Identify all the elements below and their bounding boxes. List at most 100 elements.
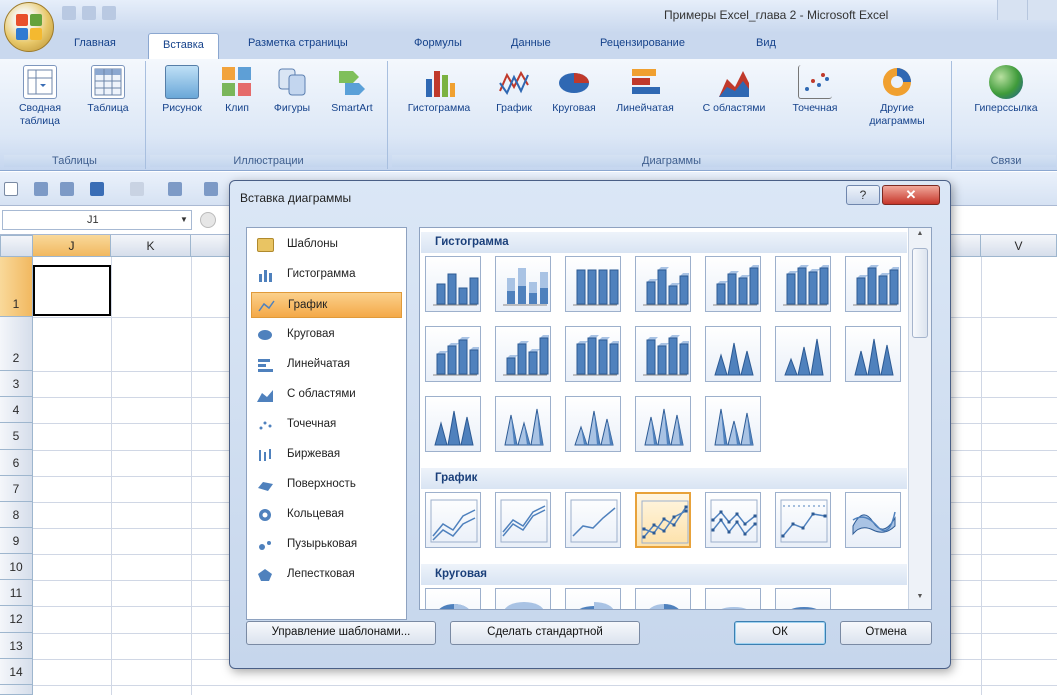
line-chart-thumbnail[interactable]	[705, 492, 761, 548]
customize-icon[interactable]	[102, 6, 116, 20]
undo-icon[interactable]	[62, 6, 76, 20]
column-chart-thumbnail[interactable]	[705, 396, 761, 452]
column-header-u[interactable]	[951, 235, 981, 257]
row-header-10[interactable]: 10	[0, 554, 33, 580]
line-chart-thumbnail[interactable]	[845, 492, 901, 548]
manage-templates-button[interactable]: Управление шаблонами...	[246, 621, 436, 645]
tab-home[interactable]: Главная	[74, 37, 116, 49]
other-charts-button[interactable]: Другие диаграммы	[854, 65, 940, 128]
category-doughnut[interactable]: Кольцевая	[251, 502, 402, 528]
category-pie[interactable]: Круговая	[251, 322, 402, 348]
category-surface[interactable]: Поверхность	[251, 472, 402, 498]
line-chart-thumbnail[interactable]	[565, 492, 621, 548]
pie-chart-thumbnail[interactable]	[425, 588, 481, 609]
column-chart-thumbnail[interactable]	[425, 396, 481, 452]
row-header-11[interactable]: 11	[0, 580, 33, 606]
print-preview-icon[interactable]	[60, 182, 74, 196]
bar-chart-button[interactable]: Линейчатая	[608, 65, 682, 115]
redo-icon[interactable]	[82, 6, 96, 20]
row-header-9[interactable]: 9	[0, 528, 33, 554]
row-header-5[interactable]: 5	[0, 423, 33, 450]
category-bar[interactable]: Линейчатая	[251, 352, 402, 378]
category-line[interactable]: График	[251, 292, 402, 318]
close-button[interactable]: ✕	[882, 185, 940, 205]
column-chart-thumbnail[interactable]	[705, 326, 761, 382]
column-header-j[interactable]: J	[33, 235, 111, 257]
office-button[interactable]	[4, 2, 54, 52]
scroll-down-icon[interactable]: ▼	[911, 593, 929, 607]
pie-chart-button[interactable]: Круговая	[544, 65, 604, 115]
column-chart-thumbnail[interactable]	[775, 326, 831, 382]
name-box[interactable]: J1	[2, 210, 192, 230]
ok-button[interactable]: ОК	[734, 621, 826, 645]
category-scatter[interactable]: Точечная	[251, 412, 402, 438]
minimize-button[interactable]	[997, 0, 1027, 20]
line-chart-thumbnail[interactable]	[775, 492, 831, 548]
pie-chart-thumbnail[interactable]	[565, 588, 621, 609]
sort-icon[interactable]	[204, 182, 218, 196]
category-templates[interactable]: Шаблоны	[251, 232, 402, 258]
row-header-6[interactable]: 6	[0, 450, 33, 476]
function-icon[interactable]	[200, 212, 216, 228]
line-chart-thumbnail[interactable]	[425, 492, 481, 548]
row-header-2[interactable]: 2	[0, 317, 33, 371]
active-cell-j1[interactable]	[33, 265, 111, 316]
hyperlink-button[interactable]: Гиперссылка	[960, 65, 1052, 115]
pie-chart-thumbnail[interactable]	[775, 588, 831, 609]
tab-formulas[interactable]: Формулы	[414, 37, 462, 49]
table-button[interactable]: Таблица	[78, 65, 138, 115]
gallery-scrollbar[interactable]: ▲ ▼	[908, 228, 931, 609]
category-radar[interactable]: Лепестковая	[251, 562, 402, 588]
chevron-down-icon[interactable]: ▼	[180, 215, 188, 224]
set-default-button[interactable]: Сделать стандартной	[450, 621, 640, 645]
smartart-button[interactable]: SmartArt	[322, 65, 382, 115]
column-header-k[interactable]: K	[111, 235, 191, 257]
column-chart-thumbnail[interactable]	[845, 256, 901, 312]
row-header-14[interactable]: 14	[0, 659, 33, 685]
column-chart-thumbnail[interactable]	[635, 326, 691, 382]
shapes-button[interactable]: Фигуры	[264, 65, 320, 115]
column-chart-thumbnail[interactable]	[635, 396, 691, 452]
table-format-icon[interactable]	[168, 182, 182, 196]
row-header-4[interactable]: 4	[0, 397, 33, 423]
tab-data[interactable]: Данные	[511, 37, 551, 49]
tab-page-layout[interactable]: Разметка страницы	[248, 37, 348, 49]
tab-insert[interactable]: Вставка	[148, 33, 219, 60]
column-chart-thumbnail[interactable]	[565, 256, 621, 312]
column-chart-thumbnail[interactable]	[635, 256, 691, 312]
column-chart-thumbnail[interactable]	[845, 326, 901, 382]
column-chart-thumbnail[interactable]	[495, 256, 551, 312]
pie-chart-thumbnail[interactable]	[635, 588, 691, 609]
column-chart-thumbnail[interactable]	[495, 326, 551, 382]
column-chart-thumbnail[interactable]	[495, 396, 551, 452]
column-chart-button[interactable]: Гистограмма	[396, 65, 482, 115]
column-chart-thumbnail[interactable]	[565, 326, 621, 382]
clip-button[interactable]: Клип	[212, 65, 262, 115]
line-chart-thumbnail[interactable]	[635, 492, 691, 548]
scatter-chart-button[interactable]: Точечная	[780, 65, 850, 115]
undo-icon[interactable]	[90, 182, 104, 196]
redo-icon[interactable]	[130, 182, 144, 196]
pie-chart-thumbnail[interactable]	[705, 588, 761, 609]
picture-button[interactable]: Рисунок	[154, 65, 210, 115]
line-chart-thumbnail[interactable]	[495, 492, 551, 548]
row-header-1[interactable]: 1	[0, 257, 33, 317]
pie-chart-thumbnail[interactable]	[495, 588, 551, 609]
scrollbar-thumb[interactable]	[912, 248, 928, 338]
column-header-v[interactable]: V	[981, 235, 1057, 257]
category-column[interactable]: Гистограмма	[251, 262, 402, 288]
cancel-button[interactable]: Отмена	[840, 621, 932, 645]
column-chart-thumbnail[interactable]	[425, 326, 481, 382]
pivot-table-button[interactable]: Сводная таблица	[10, 65, 70, 128]
column-chart-thumbnail[interactable]	[705, 256, 761, 312]
row-header-7[interactable]: 7	[0, 476, 33, 502]
row-header-15[interactable]	[0, 685, 33, 695]
tab-review[interactable]: Рецензирование	[600, 37, 685, 49]
help-button[interactable]: ?	[846, 185, 880, 205]
category-stock[interactable]: Биржевая	[251, 442, 402, 468]
select-all-corner[interactable]	[0, 235, 33, 257]
category-area[interactable]: С областями	[251, 382, 402, 408]
row-header-3[interactable]: 3	[0, 371, 33, 397]
tab-view[interactable]: Вид	[756, 37, 776, 49]
new-file-icon[interactable]	[4, 182, 18, 196]
